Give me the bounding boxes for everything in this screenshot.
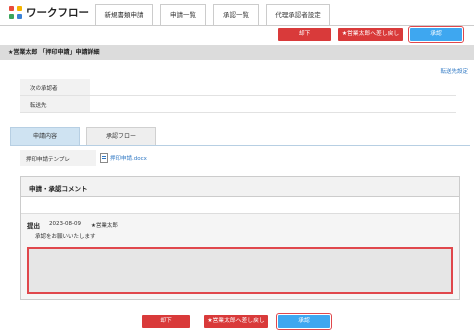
app-title: ワークフロー (26, 7, 89, 19)
next-approver-label-cell: 次の承認者 (20, 79, 90, 96)
send-back-button-bottom[interactable]: ★営業太郎へ差し戻し (204, 315, 268, 328)
attachment-label: 押印申請テンプレ (26, 157, 70, 163)
forward-to-label-cell: 転送先 (20, 96, 90, 113)
forward-to-label: 転送先 (30, 103, 47, 109)
comment-date: 2023-08-09 (49, 221, 81, 227)
forward-to-value (90, 96, 456, 113)
comment-text: 承認をお願いいたします (35, 234, 96, 240)
comments-title: 申請・承認コメント (29, 185, 88, 193)
app-logo-icon (9, 6, 23, 20)
comment-input[interactable] (27, 247, 453, 294)
comments-panel: 申請・承認コメント 提出 2023-08-09 ★営業太郎 承認をお願いいたしま… (20, 176, 460, 300)
send-back-button-top[interactable]: ★営業太郎へ差し戻し (338, 28, 403, 41)
detail-title: ★営業太郎 「押印申請」申請詳細 (0, 45, 474, 60)
tab-proxy-approver-settings[interactable]: 代理承認者設定 (266, 4, 330, 26)
comments-header: 申請・承認コメント (21, 177, 459, 197)
next-approver-value (90, 79, 456, 96)
document-icon (100, 153, 108, 163)
tab-application-list[interactable]: 申請一覧 (160, 4, 206, 26)
comment-author: ★営業太郎 (91, 223, 118, 229)
reject-button-bottom[interactable]: 却下 (142, 315, 190, 328)
tab-approval-flow[interactable]: 承認フロー (86, 127, 156, 145)
comment-entry: 提出 2023-08-09 ★営業太郎 承認をお願いいたします (21, 213, 459, 299)
header-divider (0, 25, 474, 26)
approve-button-top[interactable]: 承認 (408, 26, 464, 43)
forward-setting-link[interactable]: 転送先設定 (440, 67, 468, 75)
tab-application-content[interactable]: 申請内容 (10, 127, 80, 145)
attachment-file-link[interactable]: 押印申請.docx (110, 154, 147, 162)
attachment-label-cell: 押印申請テンプレ (20, 150, 96, 166)
content-tab-divider (10, 145, 470, 146)
next-approver-label: 次の承認者 (30, 86, 58, 92)
tab-new-application[interactable]: 新規書類申請 (95, 4, 153, 26)
reject-button-top[interactable]: 却下 (278, 28, 331, 41)
approve-button-bottom[interactable]: 承認 (276, 313, 332, 330)
comment-type: 提出 (27, 222, 40, 230)
tab-approval-list[interactable]: 承認一覧 (213, 4, 259, 26)
